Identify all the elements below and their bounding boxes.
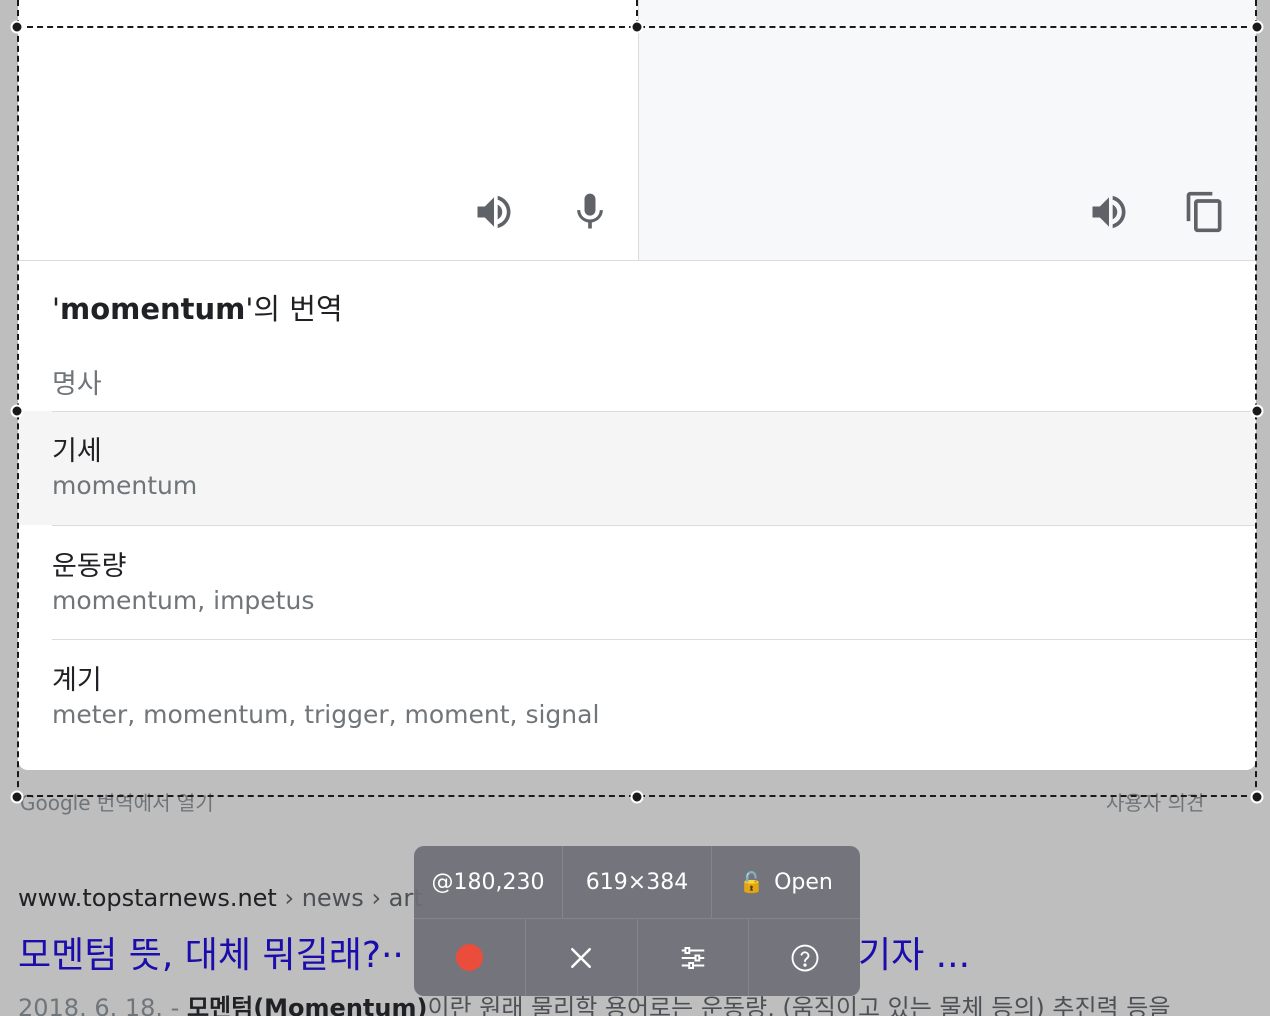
record-icon	[455, 944, 483, 971]
close-icon	[571, 947, 592, 968]
source-speak-button[interactable]	[470, 188, 518, 236]
close-button[interactable]	[526, 919, 638, 996]
screen-capture-stage: 'momentum'의 번역 명사 기세 momentum 운동량 moment…	[0, 0, 1270, 1016]
resize-handle-top-right[interactable]	[1250, 20, 1264, 34]
record-button[interactable]	[414, 919, 526, 996]
selection-size-readout[interactable]: 619×384	[563, 846, 712, 918]
resize-handle-bottom-left[interactable]	[10, 790, 24, 804]
snippet-date: 2018. 6. 18. -	[18, 994, 187, 1016]
panes-divider	[18, 260, 1256, 261]
result-site: www.topstarnews.net	[18, 884, 277, 912]
lock-toggle[interactable]: 🔓 Open	[712, 846, 860, 918]
translations-heading: 'momentum'의 번역	[52, 292, 343, 326]
toolbar-actions-row	[414, 919, 860, 996]
row-divider	[52, 411, 1256, 412]
heading-word: momentum	[59, 292, 246, 326]
lock-label: Open	[774, 869, 833, 895]
selection-position-readout[interactable]: @180,230	[414, 846, 563, 918]
target-speak-button[interactable]	[1085, 188, 1133, 236]
feedback-link[interactable]: 사용자 의견	[1106, 787, 1204, 816]
translation-word: 기세	[52, 436, 102, 467]
translation-synonyms: meter, momentum, trigger, moment, signal	[52, 700, 600, 729]
translation-word: 계기	[52, 665, 102, 696]
copy-icon	[1186, 191, 1222, 233]
result-title-link[interactable]: 모멘텀 뜻, 대체 뭐길래?··	[18, 926, 404, 978]
open-in-google-translate-link[interactable]: Google 번역에서 열기	[20, 787, 214, 816]
snippet-bold: 모멘텀(Momentum)	[186, 994, 428, 1016]
translate-card: 'momentum'의 번역 명사 기세 momentum 운동량 moment…	[18, 0, 1256, 770]
volume-icon	[1092, 195, 1126, 229]
resize-handle-top-left[interactable]	[10, 20, 24, 34]
resize-handle-bottom[interactable]	[630, 790, 644, 804]
source-text-pane[interactable]	[18, 0, 638, 261]
toolbar-info-row: @180,230 619×384 🔓 Open	[414, 846, 860, 918]
settings-button[interactable]	[638, 919, 750, 996]
sliders-icon	[681, 946, 705, 969]
translation-word: 운동량	[52, 551, 127, 582]
help-button[interactable]	[749, 919, 860, 996]
capture-toolbar: @180,230 619×384 🔓 Open	[414, 846, 860, 996]
translation-row[interactable]: 운동량 momentum, impetus	[52, 525, 1256, 639]
translation-row[interactable]: 기세 momentum	[18, 411, 1256, 525]
resize-handle-left[interactable]	[10, 404, 24, 418]
translation-synonyms: momentum	[52, 471, 198, 500]
resize-handle-right[interactable]	[1250, 404, 1264, 418]
result-breadcrumb: › news › art	[276, 884, 423, 912]
resize-handle-bottom-right[interactable]	[1250, 790, 1264, 804]
target-text-pane	[639, 0, 1256, 261]
part-of-speech-label: 명사	[52, 369, 102, 400]
help-icon	[791, 944, 819, 971]
translation-synonyms: momentum, impetus	[52, 586, 315, 615]
resize-handle-top[interactable]	[630, 20, 644, 34]
microphone-icon	[577, 193, 603, 229]
volume-icon	[477, 195, 511, 229]
result-url[interactable]: www.topstarnews.net › news › art	[18, 884, 423, 912]
result-title-link-tail[interactable]: 기자 ...	[858, 926, 970, 978]
unlock-icon: 🔓	[739, 870, 765, 894]
snippet-text: 이란 원래 물리학 용어로는 운동량, (움직이고 있는 물체 등의) 추진력 …	[427, 994, 1171, 1016]
microphone-button[interactable]	[566, 188, 614, 236]
copy-button[interactable]	[1181, 188, 1229, 236]
translation-row[interactable]: 계기 meter, momentum, trigger, moment, sig…	[52, 639, 1256, 753]
